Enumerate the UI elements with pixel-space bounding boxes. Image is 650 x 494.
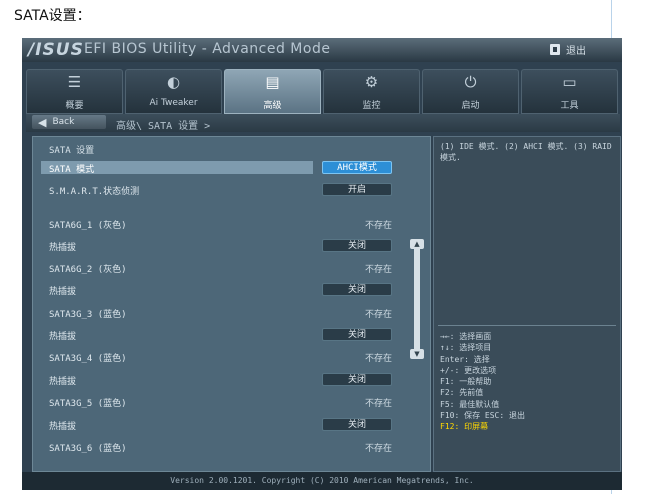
setting-value-button[interactable]: 关闭 <box>322 239 392 252</box>
setting-value-button[interactable]: 关闭 <box>322 328 392 341</box>
setting-status: 不存在 <box>364 265 392 275</box>
bios-window: /ISUS EFI BIOS Utility - Advanced Mode 退… <box>22 38 622 490</box>
pane-title: SATA 设置 <box>49 146 95 156</box>
setting-status: 不存在 <box>364 310 392 320</box>
key-legend: →←: 选择画面 ↑↓: 选择项目 Enter: 选择 +/-: 更改选项 F1… <box>440 331 616 433</box>
key-legend-item: Enter: 选择 <box>440 354 490 364</box>
setting-status: 不存在 <box>364 221 392 231</box>
setting-label: SATA3G_6 (蓝色) <box>49 444 127 454</box>
setting-row-hotplug[interactable]: 热插拔 关闭 <box>41 418 397 432</box>
breadcrumb-bar: ◀ Back 高级\ SATA 设置 > <box>26 114 620 132</box>
tab-label: Ai Tweaker <box>149 98 198 108</box>
key-legend-item: +/-: 更改选项 <box>440 365 497 375</box>
setting-label: SATA6G_2 (灰色) <box>49 265 127 275</box>
setting-status: 不存在 <box>364 444 392 454</box>
back-label: Back <box>52 117 75 127</box>
advanced-icon: ▤ <box>265 73 280 91</box>
tab-monitor[interactable]: ⚙ 监控 <box>323 69 420 114</box>
tab-boot[interactable]: ⏻ 启动 <box>422 69 519 114</box>
tab-label: 概要 <box>65 101 84 111</box>
tab-ai-tweaker[interactable]: ◐ Ai Tweaker <box>125 69 222 114</box>
setting-row-hotplug[interactable]: 热插拔 关闭 <box>41 328 397 342</box>
tab-overview[interactable]: ☰ 概要 <box>26 69 123 114</box>
setting-row-hotplug[interactable]: 热插拔 关闭 <box>41 373 397 387</box>
key-legend-item: F10: 保存 ESC: 退出 <box>440 411 525 421</box>
tab-tool[interactable]: ▭ 工具 <box>521 69 618 114</box>
setting-value-button[interactable]: AHCI模式 <box>322 161 392 174</box>
key-legend-item: F12: 印屏幕 <box>440 422 489 432</box>
key-legend-item: F1: 一般帮助 <box>440 377 492 387</box>
back-arrow-icon: ◀ <box>38 115 47 129</box>
setting-value-button[interactable]: 关闭 <box>322 283 392 296</box>
tab-label: 高级 <box>263 101 282 111</box>
key-legend-item: ↑↓: 选择项目 <box>440 343 492 353</box>
document-caption: SATA设置： <box>14 8 91 24</box>
monitor-icon: ⚙ <box>364 73 379 91</box>
key-legend-item: →←: 选择画面 <box>440 332 492 341</box>
setting-value-button[interactable]: 开启 <box>322 183 392 196</box>
setting-label: SATA3G_5 (蓝色) <box>49 399 127 409</box>
tab-label: 启动 <box>461 101 480 111</box>
help-pane: (1) IDE 模式. (2) AHCI 模式. (3) RAID 模式. →←… <box>433 136 621 472</box>
setting-label: 热插拔 <box>49 377 77 387</box>
tweaker-icon: ◐ <box>166 73 181 91</box>
key-legend-item: F2: 先前值 <box>440 388 484 398</box>
setting-status: 不存在 <box>364 399 392 409</box>
bios-title-bar: /ISUS EFI BIOS Utility - Advanced Mode 退… <box>22 38 622 62</box>
setting-row-sata-mode[interactable]: SATA 模式 AHCI模式 <box>41 161 392 175</box>
breadcrumb: 高级\ SATA 设置 > <box>116 121 211 132</box>
tool-icon: ▭ <box>562 73 577 91</box>
setting-label: SATA3G_3 (蓝色) <box>49 310 127 320</box>
settings-pane: SATA 设置 SATA 模式 AHCI模式 S.M.A.R.T.状态侦测 开启… <box>32 136 431 472</box>
setting-row-hotplug[interactable]: 热插拔 关闭 <box>41 283 397 297</box>
scroll-up-arrow-icon[interactable]: ▲ <box>410 239 424 249</box>
setting-label: SATA 模式 <box>49 165 95 175</box>
setting-label: 热插拔 <box>49 287 77 297</box>
setting-row-port: SATA3G_3 (蓝色) 不存在 <box>41 306 397 320</box>
setting-label: S.M.A.R.T.状态侦测 <box>49 187 140 197</box>
scroll-down-arrow-icon[interactable]: ▼ <box>410 349 424 359</box>
main-tabs: ☰ 概要 ◐ Ai Tweaker ▤ 高级 ⚙ 监控 ⏻ 启动 ▭ 工具 <box>26 69 620 114</box>
tab-label: 工具 <box>560 101 579 111</box>
key-legend-item: F5: 最佳默认值 <box>440 399 500 409</box>
exit-button[interactable]: 退出 <box>550 41 608 57</box>
setting-row-port: SATA6G_1 (灰色) 不存在 <box>41 217 397 231</box>
setting-value-button[interactable]: 关闭 <box>322 418 392 431</box>
back-button[interactable]: ◀ Back <box>32 115 106 129</box>
exit-icon <box>550 43 560 55</box>
tab-label: 监控 <box>362 101 381 111</box>
setting-value-button[interactable]: 关闭 <box>322 373 392 386</box>
exit-label: 退出 <box>566 45 586 57</box>
setting-row-port: SATA3G_6 (蓝色) 不存在 <box>41 440 397 454</box>
setting-label: 热插拔 <box>49 422 77 432</box>
setting-row-port: SATA3G_5 (蓝色) 不存在 <box>41 395 397 409</box>
footer-copyright: Version 2.00.1201. Copyright (C) 2010 Am… <box>22 472 622 490</box>
power-icon: ⏻ <box>464 73 477 91</box>
setting-label: 热插拔 <box>49 243 77 253</box>
setting-row-port: SATA3G_4 (蓝色) 不存在 <box>41 350 397 364</box>
setting-row-port: SATA6G_2 (灰色) 不存在 <box>41 261 397 275</box>
setting-row-smart[interactable]: S.M.A.R.T.状态侦测 开启 <box>41 183 397 197</box>
setting-label: SATA6G_1 (灰色) <box>49 221 127 231</box>
asus-logo: /ISUS <box>28 40 84 60</box>
setting-status: 不存在 <box>364 354 392 364</box>
setting-label: 热插拔 <box>49 332 77 342</box>
tab-advanced[interactable]: ▤ 高级 <box>224 69 321 114</box>
setting-row-hotplug[interactable]: 热插拔 关闭 <box>41 239 397 253</box>
list-icon: ☰ <box>67 73 82 91</box>
scrollbar[interactable] <box>414 241 420 349</box>
help-description: (1) IDE 模式. (2) AHCI 模式. (3) RAID 模式. <box>440 142 612 162</box>
setting-label: SATA3G_4 (蓝色) <box>49 354 127 364</box>
help-divider <box>438 325 616 326</box>
bios-title: EFI BIOS Utility - Advanced Mode <box>84 41 331 57</box>
